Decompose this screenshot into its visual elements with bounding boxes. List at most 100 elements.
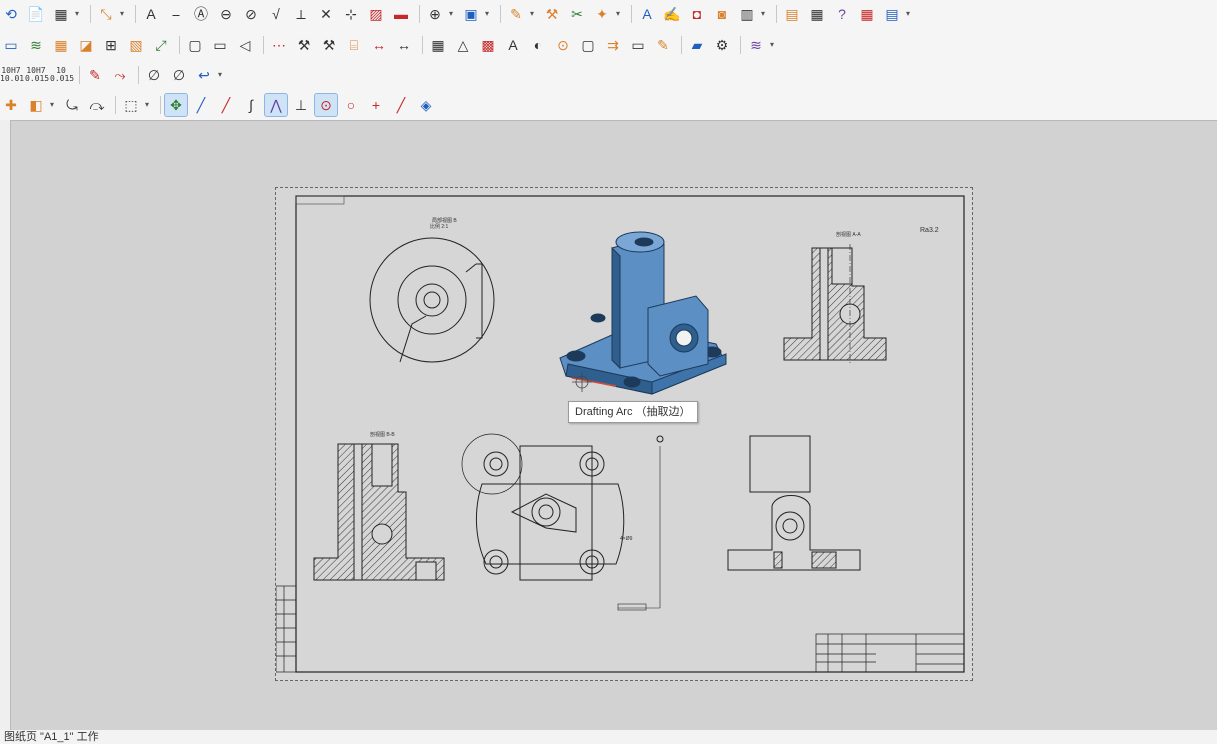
modify-view-icon[interactable]: ⚒ bbox=[541, 3, 563, 25]
dropdown-arrow-icon[interactable]: ▾ bbox=[761, 9, 769, 18]
cross-icon[interactable]: + bbox=[365, 94, 387, 116]
triangle-icon[interactable]: △ bbox=[452, 34, 474, 56]
drawing-frame-icon[interactable]: ▦ bbox=[50, 34, 72, 56]
fit-tolerance-icon[interactable]: ⚒ bbox=[318, 34, 340, 56]
baseline-dim-icon[interactable]: ↔ bbox=[368, 34, 390, 56]
drawing-svg: 局部视图 B 比例 2:1 剖视图 A-A Ra3.2 剖视图 B-B 4×Ø9 bbox=[276, 195, 965, 673]
curve-icon[interactable]: ∫ bbox=[240, 94, 262, 116]
circle-icon[interactable]: ○ bbox=[340, 94, 362, 116]
snap-icon[interactable]: ⤿ bbox=[61, 94, 83, 116]
dropdown-arrow-icon[interactable]: ▾ bbox=[530, 9, 538, 18]
box-select-icon[interactable]: ⬚ bbox=[120, 94, 142, 116]
dropdown-arrow-icon[interactable]: ▾ bbox=[75, 9, 83, 18]
rectangle-icon[interactable]: ▢ bbox=[577, 34, 599, 56]
polyline-icon[interactable]: ⋀ bbox=[264, 92, 288, 117]
dimension-value-icon[interactable]: ⤳ bbox=[109, 64, 131, 86]
chart-icon[interactable]: ▩ bbox=[477, 34, 499, 56]
structure-tree-icon[interactable]: ⊞ bbox=[100, 34, 122, 56]
new-sheet-icon[interactable]: 📄 bbox=[25, 3, 47, 25]
calendar-table-icon[interactable]: ▦ bbox=[856, 3, 878, 25]
dropdown-arrow-icon[interactable]: ▾ bbox=[50, 100, 58, 109]
hatch-icon[interactable]: ▨ bbox=[365, 3, 387, 25]
properties-icon[interactable]: ▧ bbox=[125, 34, 147, 56]
line-icon[interactable]: ╱ bbox=[190, 94, 212, 116]
dropdown-arrow-icon[interactable]: ▾ bbox=[218, 70, 226, 79]
callout-icon[interactable]: ⇉ bbox=[602, 34, 624, 56]
segment-icon[interactable]: ╱ bbox=[390, 94, 412, 116]
dropdown-arrow-icon[interactable]: ▾ bbox=[485, 9, 493, 18]
fit-10-icon[interactable]: 10 0.015 bbox=[50, 66, 74, 83]
drawing-sheet[interactable]: 局部视图 B 比例 2:1 剖视图 A-A Ra3.2 剖视图 B-B 4×Ø9 bbox=[275, 187, 973, 681]
image-icon[interactable]: ▣ bbox=[460, 3, 482, 25]
text-arrow-icon[interactable]: A bbox=[502, 34, 524, 56]
edit-model-icon[interactable]: ✎ bbox=[505, 3, 527, 25]
text-annotation-icon[interactable]: A bbox=[140, 3, 162, 25]
leader-icon[interactable]: ⎯ bbox=[165, 3, 187, 25]
dropdown-arrow-icon[interactable]: ▾ bbox=[770, 40, 778, 49]
line-point-icon[interactable]: ╱ bbox=[215, 94, 237, 116]
xyz-icon[interactable]: ⊙ bbox=[552, 34, 574, 56]
sheet-properties-icon[interactable]: ▭ bbox=[0, 34, 22, 56]
replace-model-icon[interactable]: ✂ bbox=[566, 3, 588, 25]
layers-icon[interactable]: ≋ bbox=[25, 34, 47, 56]
coordinate-table-icon[interactable]: ▦ bbox=[427, 34, 449, 56]
view-label-section-b: 剖视图 B-B bbox=[370, 431, 395, 438]
snap-points-icon[interactable]: ✥ bbox=[164, 92, 188, 117]
bom-icon[interactable]: ▦ bbox=[806, 3, 828, 25]
help-icon[interactable]: ? bbox=[831, 3, 853, 25]
fit-10h7-icon[interactable]: 10H7 10.01 bbox=[0, 66, 24, 83]
center-mark-icon[interactable]: ⊕ bbox=[424, 3, 446, 25]
diameter-alt-icon[interactable]: ∅ bbox=[168, 64, 190, 86]
frame-icon[interactable]: ▢ bbox=[184, 34, 206, 56]
pick-filter-icon[interactable]: ✚ bbox=[0, 94, 22, 116]
grid-icon[interactable]: ⋯ bbox=[268, 34, 290, 56]
undo-icon[interactable]: ↩ bbox=[193, 64, 215, 86]
catalog-icon[interactable]: ▥ bbox=[736, 3, 758, 25]
table-icon[interactable]: ▤ bbox=[881, 3, 903, 25]
balloon-icon[interactable]: Ⓐ bbox=[190, 3, 212, 25]
transform-icon[interactable]: ⤢ bbox=[150, 34, 172, 56]
window-icon[interactable]: ▭ bbox=[209, 34, 231, 56]
tangent-icon[interactable]: ⊥ bbox=[290, 94, 312, 116]
centerline-icon[interactable]: ⊹ bbox=[340, 3, 362, 25]
dropdown-arrow-icon[interactable]: ▾ bbox=[145, 100, 153, 109]
projection-view-icon[interactable]: ⤡ bbox=[95, 3, 117, 25]
text-dim-icon[interactable]: ↔ bbox=[393, 34, 415, 56]
datum-feature-icon[interactable]: ⊘ bbox=[240, 3, 262, 25]
snap-alt-icon[interactable]: ⤼ bbox=[86, 94, 108, 116]
view-manager-icon[interactable]: ▦ bbox=[50, 3, 72, 25]
text-style-icon[interactable]: A bbox=[636, 3, 658, 25]
surface-finish-icon[interactable]: √ bbox=[265, 3, 287, 25]
tolerance-icon[interactable]: ⚒ bbox=[293, 34, 315, 56]
dropdown-arrow-icon[interactable]: ▾ bbox=[449, 9, 457, 18]
extrude-icon[interactable]: ◈ bbox=[415, 94, 437, 116]
dropdown-arrow-icon[interactable]: ▾ bbox=[616, 9, 624, 18]
diameter-icon[interactable]: ∅ bbox=[143, 64, 165, 86]
section-view-icon[interactable]: ⟲ bbox=[0, 3, 22, 25]
insert-3d-block-icon[interactable]: ◙ bbox=[711, 3, 733, 25]
weld-symbol-icon[interactable]: ⟂ bbox=[290, 3, 312, 25]
dimension-edit-icon[interactable]: ✎ bbox=[84, 64, 106, 86]
dropdown-arrow-icon[interactable]: ▾ bbox=[906, 9, 914, 18]
insert-block-icon[interactable]: ◘ bbox=[686, 3, 708, 25]
paint-icon[interactable]: ✎ bbox=[652, 34, 674, 56]
dropdown-arrow-icon[interactable]: ▾ bbox=[120, 9, 128, 18]
annotation-settings-icon[interactable]: ✍ bbox=[661, 3, 683, 25]
back-icon[interactable]: ◁ bbox=[234, 34, 256, 56]
fit-10h7-icon[interactable]: 10H7 0.015 bbox=[25, 66, 49, 83]
settings-icon[interactable]: ⚙ bbox=[711, 34, 733, 56]
note-icon[interactable]: ▭ bbox=[627, 34, 649, 56]
zoom-out-icon[interactable]: ⊖ bbox=[215, 3, 237, 25]
select-filter-icon[interactable]: ◧ bbox=[25, 94, 47, 116]
graphics-window[interactable]: 局部视图 B 比例 2:1 剖视图 A-A Ra3.2 剖视图 B-B 4×Ø9 bbox=[10, 120, 1217, 731]
tag-icon[interactable]: ▰ bbox=[686, 34, 708, 56]
drafting-arc-icon[interactable]: ⊙ bbox=[314, 92, 338, 117]
cross-mark-icon[interactable]: ✕ bbox=[315, 3, 337, 25]
update-model-icon[interactable]: ✦ bbox=[591, 3, 613, 25]
title-block-icon[interactable]: ▤ bbox=[781, 3, 803, 25]
shading-icon[interactable]: ◐ bbox=[527, 34, 549, 56]
hole-table-icon[interactable]: ⌸ bbox=[343, 34, 365, 56]
spring-icon[interactable]: ≋ bbox=[745, 34, 767, 56]
fill-icon[interactable]: ▬ bbox=[390, 3, 412, 25]
filter-icon[interactable]: ◪ bbox=[75, 34, 97, 56]
